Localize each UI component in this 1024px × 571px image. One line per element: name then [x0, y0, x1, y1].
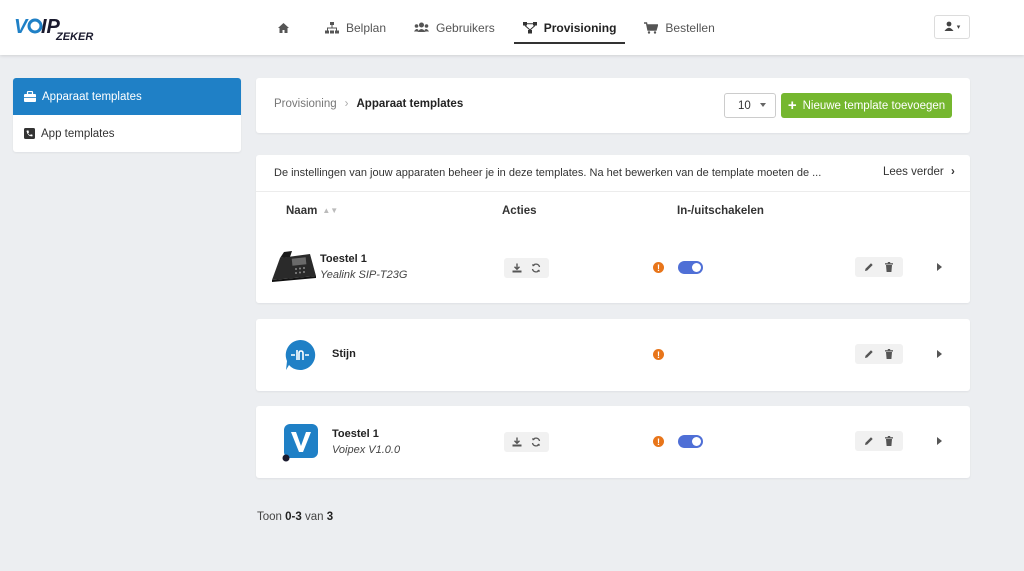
- breadcrumb: Provisioning › Apparaat templates: [274, 98, 463, 110]
- read-more-label: Lees verder: [883, 166, 944, 178]
- caret-down-icon: [760, 103, 766, 107]
- summary-total: 3: [326, 511, 334, 523]
- pagination-summary: Toon 0-3 van 3: [257, 511, 333, 523]
- summary-middle: van: [301, 511, 327, 523]
- nav-label-provisioning: Provisioning: [543, 20, 617, 35]
- nav-home[interactable]: [268, 13, 306, 43]
- sidebar-item-label: App templates: [41, 127, 115, 140]
- header-card: Provisioning › Apparaat templates 10 + N…: [256, 78, 970, 133]
- warning-icon[interactable]: !: [653, 349, 664, 360]
- sort-icon: ▲▼: [322, 206, 339, 216]
- per-page-select[interactable]: 10: [724, 93, 776, 118]
- warning-icon[interactable]: !: [653, 262, 664, 273]
- add-template-label: Nieuwe template toevoegen: [802, 99, 946, 112]
- column-header-name[interactable]: Naam ▲▼: [286, 205, 338, 217]
- row-edit-actions: [855, 344, 903, 364]
- summary-prefix: Toon: [257, 511, 286, 523]
- row-title: Stijn: [332, 348, 356, 360]
- nav-gebruikers[interactable]: Gebruikers: [405, 13, 504, 43]
- svg-text:ZEKER: ZEKER: [55, 31, 93, 42]
- pencil-icon[interactable]: [864, 262, 874, 272]
- sitemap-icon: [325, 21, 339, 34]
- sidebar: Apparaat templates App templates: [13, 78, 241, 152]
- warning-icon[interactable]: !: [653, 436, 664, 447]
- app-chat-logo-image: [285, 339, 316, 370]
- table-row[interactable]: Stijn !: [256, 319, 970, 391]
- row-subtitle: Yealink SIP-T23G: [320, 269, 408, 281]
- svg-text:V: V: [14, 16, 29, 38]
- download-icon[interactable]: [512, 437, 522, 447]
- briefcase-icon: [24, 91, 36, 102]
- column-name-label: Naam: [286, 205, 318, 217]
- breadcrumb-provisioning[interactable]: Provisioning: [274, 98, 337, 110]
- table-row[interactable]: Toestel 1 Yealink SIP-T23G !: [256, 231, 970, 303]
- nav-provisioning[interactable]: Provisioning: [513, 14, 626, 44]
- trash-icon[interactable]: [884, 262, 894, 272]
- trash-icon[interactable]: [884, 436, 894, 446]
- phone-square-icon: [24, 128, 35, 139]
- divider: [256, 191, 970, 192]
- plus-icon: +: [787, 97, 797, 114]
- main-nav: Belplan Gebruikers Provisioning Bestelle…: [268, 0, 734, 55]
- table-row[interactable]: Toestel 1 Voipex V1.0.0 !: [256, 406, 970, 478]
- pencil-icon[interactable]: [864, 436, 874, 446]
- home-icon: [277, 22, 290, 34]
- row-edit-actions: [855, 431, 903, 451]
- sidebar-item-app-templates[interactable]: App templates: [13, 115, 241, 152]
- download-icon[interactable]: [512, 263, 522, 273]
- refresh-icon[interactable]: [531, 437, 541, 447]
- nav-label-belplan: Belplan: [346, 20, 387, 35]
- summary-range: 0-3: [285, 511, 302, 523]
- user-icon: [944, 21, 954, 34]
- row-subtitle: Voipex V1.0.0: [332, 444, 401, 456]
- chevron-right-icon: ›: [344, 98, 349, 110]
- expand-row-icon[interactable]: [937, 263, 942, 271]
- voipex-logo-image: [282, 424, 318, 462]
- sidebar-item-apparaat-templates[interactable]: Apparaat templates: [13, 78, 241, 115]
- read-more-link[interactable]: Lees verder ›: [883, 166, 955, 178]
- nav-label-bestellen: Bestellen: [665, 20, 715, 35]
- add-template-button[interactable]: + Nieuwe template toevoegen: [781, 93, 952, 118]
- users-icon: [414, 22, 430, 33]
- toggle-knob: [692, 263, 701, 272]
- sidebar-item-label: Apparaat templates: [42, 90, 142, 103]
- row-title: Toestel 1: [320, 253, 367, 265]
- network-icon: [522, 21, 537, 34]
- column-header-toggle: In-/uitschakelen: [677, 205, 764, 217]
- nav-bestellen[interactable]: Bestellen: [635, 13, 723, 43]
- row-title: Toestel 1: [332, 428, 379, 440]
- cart-icon: [644, 21, 659, 34]
- chevron-down-icon: ▾: [956, 24, 961, 31]
- row-edit-actions: [855, 257, 903, 277]
- column-header-actions: Acties: [502, 205, 537, 217]
- pencil-icon[interactable]: [864, 349, 874, 359]
- info-text: De instellingen van jouw apparaten behee…: [274, 167, 822, 179]
- row-actions: [504, 258, 549, 278]
- breadcrumb-current: Apparaat templates: [356, 98, 464, 110]
- expand-row-icon[interactable]: [937, 350, 942, 358]
- top-navbar: V IP ZEKER Belplan Gebruikers Provisioni…: [0, 0, 1024, 55]
- row-actions: [504, 432, 549, 452]
- enable-toggle[interactable]: [678, 435, 703, 448]
- desk-phone-image: [272, 251, 316, 282]
- nav-label-gebruikers: Gebruikers: [436, 20, 495, 35]
- user-menu-button[interactable]: ▾: [934, 15, 970, 39]
- per-page-value: 10: [738, 99, 751, 112]
- nav-belplan[interactable]: Belplan: [316, 13, 395, 43]
- expand-row-icon[interactable]: [937, 437, 942, 445]
- voipzeker-logo[interactable]: V IP ZEKER: [14, 14, 106, 42]
- chevron-right-icon: ›: [950, 166, 955, 178]
- refresh-icon[interactable]: [531, 263, 541, 273]
- trash-icon[interactable]: [884, 349, 894, 359]
- enable-toggle[interactable]: [678, 261, 703, 274]
- toggle-knob: [692, 437, 701, 446]
